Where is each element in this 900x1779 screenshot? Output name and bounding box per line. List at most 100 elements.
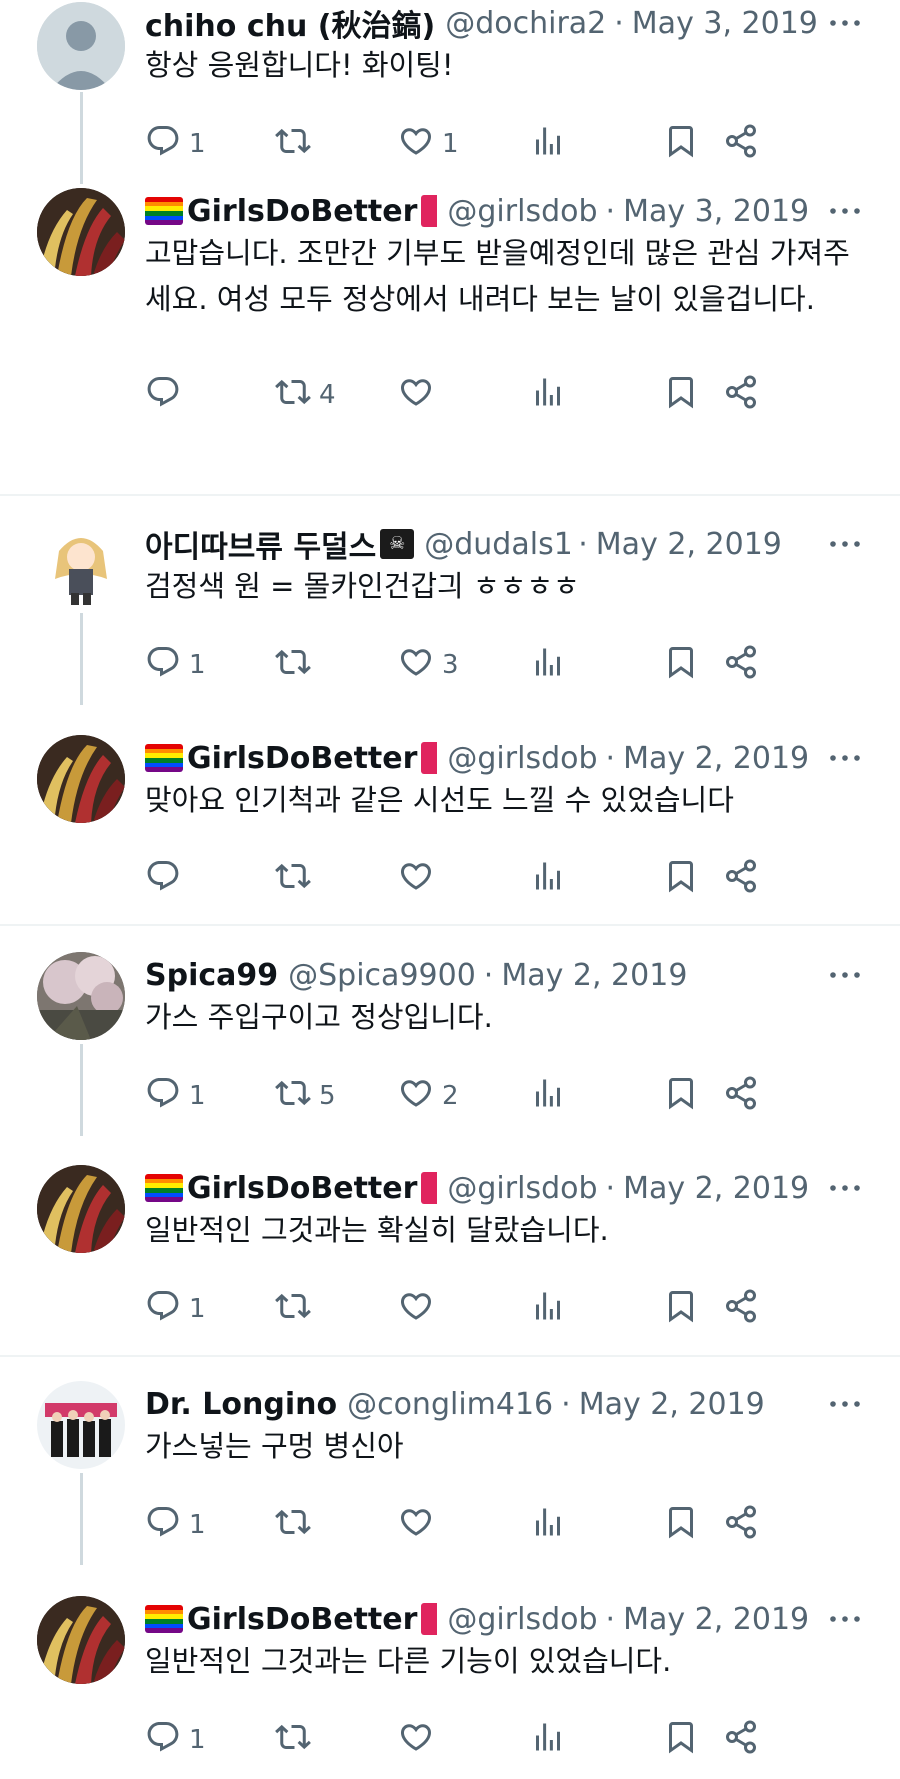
avatar[interactable] bbox=[37, 1165, 125, 1253]
views-button[interactable] bbox=[530, 1284, 566, 1334]
views-button[interactable] bbox=[530, 640, 566, 690]
more-icon[interactable] bbox=[825, 1381, 865, 1427]
share-button[interactable] bbox=[723, 854, 759, 904]
timestamp[interactable]: May 2, 2019 bbox=[596, 527, 782, 562]
bookmark-button[interactable] bbox=[663, 1284, 699, 1334]
reply-button[interactable]: 1 bbox=[145, 1071, 206, 1121]
bookmark-button[interactable] bbox=[663, 640, 699, 690]
user-handle[interactable]: @girlsdob bbox=[447, 1171, 597, 1206]
display-name[interactable]: 아디따브류 두덜스 bbox=[145, 522, 376, 566]
tweet-header: 아디따브류 두덜스 ☠ @dudals11 · May 2, 2019 bbox=[145, 521, 900, 567]
retweet-button[interactable] bbox=[275, 854, 319, 904]
timestamp[interactable]: May 2, 2019 bbox=[579, 1387, 765, 1422]
avatar[interactable] bbox=[37, 521, 125, 609]
views-button[interactable] bbox=[530, 1071, 566, 1121]
like-button[interactable] bbox=[398, 854, 442, 904]
display-name[interactable]: chiho chu (秋治鎬) bbox=[145, 1, 435, 45]
tweet[interactable]: GirlsDoBetter @girlsdob · May 2, 2019 일반… bbox=[0, 1165, 900, 1325]
bookmark-button[interactable] bbox=[663, 1071, 699, 1121]
more-icon[interactable] bbox=[825, 521, 865, 567]
retweet-button[interactable]: 5 bbox=[275, 1071, 336, 1121]
tweet[interactable]: chiho chu (秋治鎬) @dochira2 · May 3, 2019 … bbox=[0, 0, 900, 184]
share-button[interactable] bbox=[723, 1284, 759, 1334]
more-icon[interactable] bbox=[825, 0, 865, 46]
share-button[interactable] bbox=[723, 640, 759, 690]
reply-button[interactable] bbox=[145, 370, 189, 420]
like-button[interactable]: 3 bbox=[398, 640, 459, 690]
more-icon[interactable] bbox=[825, 188, 865, 234]
retweet-button[interactable]: 4 bbox=[275, 370, 336, 420]
timestamp[interactable]: May 2, 2019 bbox=[501, 958, 687, 993]
bookmark-button[interactable] bbox=[663, 119, 699, 169]
like-button[interactable]: 2 bbox=[398, 1071, 459, 1121]
user-handle[interactable]: @Spica9900 bbox=[288, 958, 476, 993]
display-name[interactable]: Spica99 bbox=[145, 958, 278, 993]
share-button[interactable] bbox=[723, 1715, 759, 1765]
timestamp[interactable]: May 2, 2019 bbox=[623, 1171, 809, 1206]
bookmark-button[interactable] bbox=[663, 370, 699, 420]
more-icon[interactable] bbox=[825, 1165, 865, 1211]
retweet-button[interactable] bbox=[275, 1500, 319, 1550]
reply-button[interactable]: 1 bbox=[145, 119, 206, 169]
reply-button[interactable]: 1 bbox=[145, 1284, 206, 1334]
tweet[interactable]: Dr. Longino @conglim416 · May 2, 2019 가스… bbox=[0, 1381, 900, 1565]
avatar[interactable] bbox=[37, 188, 125, 276]
views-button[interactable] bbox=[530, 370, 566, 420]
timestamp[interactable]: May 2, 2019 bbox=[623, 1602, 809, 1637]
tweet[interactable]: GirlsDoBetter @girlsdob · May 2, 2019 일반… bbox=[0, 1596, 900, 1776]
share-button[interactable] bbox=[723, 119, 759, 169]
user-handle[interactable]: @girlsdob bbox=[447, 741, 597, 776]
views-icon bbox=[530, 374, 566, 417]
timestamp[interactable]: May 3, 2019 bbox=[632, 6, 818, 41]
retweet-button[interactable] bbox=[275, 1715, 319, 1765]
display-name[interactable]: GirlsDoBetter bbox=[187, 741, 417, 776]
avatar[interactable] bbox=[37, 1381, 125, 1469]
more-icon[interactable] bbox=[825, 1596, 865, 1642]
separator: · bbox=[605, 193, 616, 229]
like-button[interactable]: 1 bbox=[398, 119, 459, 169]
retweet-button[interactable] bbox=[275, 640, 319, 690]
bookmark-button[interactable] bbox=[663, 854, 699, 904]
avatar[interactable] bbox=[37, 735, 125, 823]
display-name[interactable]: GirlsDoBetter bbox=[187, 194, 417, 229]
avatar[interactable] bbox=[37, 2, 125, 90]
user-handle[interactable]: @conglim416 bbox=[347, 1387, 553, 1422]
display-name[interactable]: Dr. Longino bbox=[145, 1387, 337, 1422]
like-button[interactable] bbox=[398, 1500, 442, 1550]
like-button[interactable] bbox=[398, 1284, 442, 1334]
views-button[interactable] bbox=[530, 1715, 566, 1765]
reply-button[interactable] bbox=[145, 854, 189, 904]
like-button[interactable] bbox=[398, 1715, 442, 1765]
more-icon[interactable] bbox=[825, 735, 865, 781]
share-button[interactable] bbox=[723, 1500, 759, 1550]
avatar[interactable] bbox=[37, 952, 125, 1040]
avatar[interactable] bbox=[37, 1596, 125, 1684]
bookmark-button[interactable] bbox=[663, 1715, 699, 1765]
tweet[interactable]: Spica99 @Spica9900 · May 2, 2019 가스 주입구이… bbox=[0, 952, 900, 1136]
user-handle[interactable]: @girlsdob bbox=[447, 194, 597, 229]
bookmark-button[interactable] bbox=[663, 1500, 699, 1550]
views-button[interactable] bbox=[530, 119, 566, 169]
heart-icon bbox=[398, 1288, 434, 1331]
timestamp[interactable]: May 3, 2019 bbox=[623, 194, 809, 229]
share-button[interactable] bbox=[723, 370, 759, 420]
reply-button[interactable]: 1 bbox=[145, 1500, 206, 1550]
display-name[interactable]: GirlsDoBetter bbox=[187, 1171, 417, 1206]
views-button[interactable] bbox=[530, 1500, 566, 1550]
views-button[interactable] bbox=[530, 854, 566, 904]
share-button[interactable] bbox=[723, 1071, 759, 1121]
tweet[interactable]: GirlsDoBetter @girlsdob · May 2, 2019 맞아… bbox=[0, 735, 900, 895]
reply-button[interactable]: 1 bbox=[145, 640, 206, 690]
retweet-button[interactable] bbox=[275, 119, 319, 169]
more-icon[interactable] bbox=[825, 952, 865, 998]
tweet[interactable]: 아디따브류 두덜스 ☠ @dudals11 · May 2, 2019 검정색 … bbox=[0, 521, 900, 705]
retweet-button[interactable] bbox=[275, 1284, 319, 1334]
reply-button[interactable]: 1 bbox=[145, 1715, 206, 1765]
user-handle[interactable]: @dudals11 bbox=[424, 527, 570, 562]
timestamp[interactable]: May 2, 2019 bbox=[623, 741, 809, 776]
tweet[interactable]: GirlsDoBetter @girlsdob · May 3, 2019 고맙… bbox=[0, 188, 900, 438]
display-name[interactable]: GirlsDoBetter bbox=[187, 1602, 417, 1637]
like-button[interactable] bbox=[398, 370, 442, 420]
user-handle[interactable]: @dochira2 bbox=[445, 6, 606, 41]
user-handle[interactable]: @girlsdob bbox=[447, 1602, 597, 1637]
